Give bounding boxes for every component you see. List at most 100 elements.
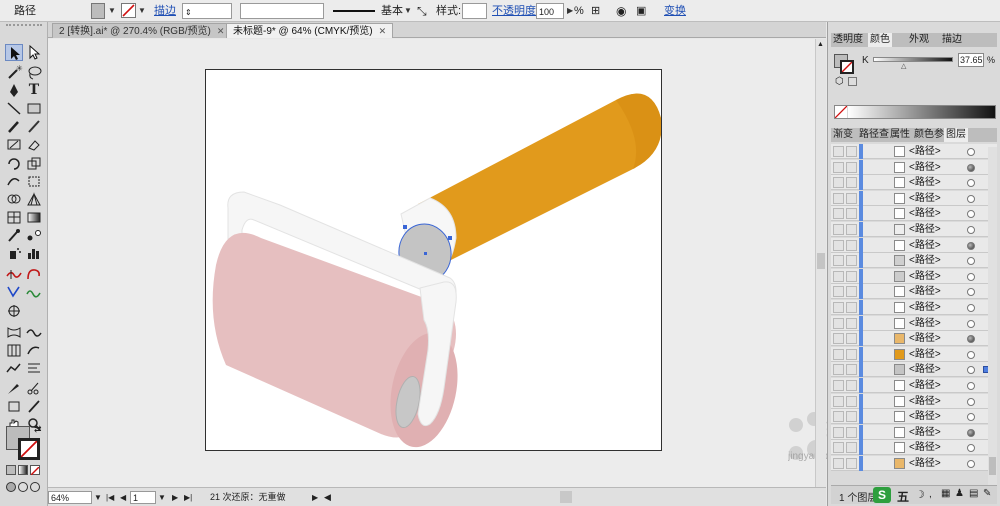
- visibility-toggle[interactable]: [833, 364, 844, 376]
- opacity-link[interactable]: 不透明度: [492, 3, 536, 19]
- transform-link[interactable]: 变换: [664, 3, 686, 19]
- scroll-up-icon[interactable]: ▲: [817, 41, 824, 48]
- layer-name[interactable]: <路径>: [909, 206, 941, 221]
- lock-toggle[interactable]: [846, 239, 857, 251]
- layer-name[interactable]: <路径>: [909, 394, 941, 409]
- layer-name[interactable]: <路径>: [909, 425, 941, 440]
- slice-tool-icon[interactable]: [5, 380, 23, 397]
- layer-row[interactable]: <路径>: [831, 268, 997, 284]
- visibility-toggle[interactable]: [833, 442, 844, 454]
- target-circle-icon[interactable]: [967, 460, 975, 468]
- paint-roller-artwork[interactable]: [206, 70, 662, 451]
- prev-page-icon[interactable]: ◀: [120, 491, 126, 504]
- width-tool-icon[interactable]: [5, 266, 23, 283]
- layer-row[interactable]: <路径>: [831, 206, 997, 222]
- gamut-cube-icon[interactable]: ⬡: [835, 76, 844, 87]
- eraser-tool-icon[interactable]: [25, 136, 43, 153]
- stroke-link[interactable]: 描边: [154, 3, 176, 19]
- layer-name[interactable]: <路径>: [909, 253, 941, 268]
- visibility-toggle[interactable]: [833, 302, 844, 313]
- tab-document-2[interactable]: 2 [转换].ai* @ 270.4% (RGB/预览) ✕: [52, 23, 232, 38]
- layer-row[interactable]: <路径>: [831, 315, 997, 331]
- type-tool-icon[interactable]: T: [25, 82, 43, 99]
- lock-toggle[interactable]: [846, 364, 857, 376]
- fill-swatch[interactable]: [91, 3, 105, 19]
- layer-name[interactable]: <路径>: [909, 160, 941, 175]
- scroll-thumb[interactable]: [817, 253, 825, 269]
- close-icon[interactable]: ✕: [379, 26, 387, 36]
- tab-transparency[interactable]: 透明度: [831, 33, 865, 47]
- web-safe-icon[interactable]: [848, 77, 857, 86]
- layer-name[interactable]: <路径>: [909, 300, 941, 315]
- layer-row[interactable]: <路径>: [831, 331, 997, 347]
- envelope-distort-icon[interactable]: [5, 324, 23, 341]
- layer-name[interactable]: <路径>: [909, 378, 941, 393]
- none-mode-icon[interactable]: [30, 465, 40, 476]
- last-page-icon[interactable]: ▶|: [184, 491, 192, 504]
- person-icon[interactable]: ♟: [955, 488, 964, 499]
- stroke-color-swatch[interactable]: [18, 438, 40, 460]
- visibility-toggle[interactable]: [833, 208, 844, 220]
- lock-toggle[interactable]: [846, 302, 857, 313]
- grayscale-ramp[interactable]: [848, 106, 995, 118]
- page-dropdown-icon[interactable]: ▼: [158, 491, 166, 504]
- k-slider-thumb[interactable]: △: [901, 62, 906, 70]
- recolor-artwork-icon[interactable]: ⤡: [417, 3, 427, 19]
- layer-row[interactable]: <路径>: [831, 222, 997, 237]
- pencil-tool-icon[interactable]: [25, 118, 43, 135]
- stroke-dropdown-icon[interactable]: ▼: [138, 3, 146, 19]
- twirl-tool-icon[interactable]: [25, 266, 43, 283]
- color-stroke-swatch[interactable]: [840, 60, 854, 74]
- layer-row[interactable]: <路径>: [831, 144, 997, 159]
- knife-tool-icon[interactable]: [25, 398, 43, 415]
- vertical-scrollbar[interactable]: ▲: [815, 39, 826, 487]
- crosshair-tool-icon[interactable]: [5, 303, 23, 320]
- zoom-dropdown-icon[interactable]: ▼: [94, 491, 102, 504]
- stroke-none-swatch[interactable]: [121, 3, 136, 18]
- lock-toggle[interactable]: [846, 442, 857, 454]
- visibility-toggle[interactable]: [833, 317, 844, 329]
- visibility-toggle[interactable]: [833, 395, 844, 407]
- k-value-input[interactable]: 37.65: [958, 53, 984, 67]
- visibility-toggle[interactable]: [833, 224, 844, 235]
- zoom-field[interactable]: 64%: [48, 491, 92, 504]
- perspective-grid-tool-icon[interactable]: [25, 191, 43, 208]
- lock-toggle[interactable]: [846, 255, 857, 267]
- lock-toggle[interactable]: [846, 380, 857, 391]
- layer-row[interactable]: <路径>: [831, 456, 997, 471]
- grid-icon[interactable]: ▤: [969, 488, 978, 499]
- target-circle-icon[interactable]: [967, 226, 975, 234]
- lock-toggle[interactable]: [846, 411, 857, 423]
- target-circle-icon[interactable]: [967, 288, 975, 297]
- stroke-weight-field[interactable]: ⇕: [182, 3, 232, 19]
- gradient-tool-icon[interactable]: [25, 209, 43, 226]
- target-circle-icon[interactable]: [967, 444, 975, 453]
- layer-row[interactable]: <路径>: [831, 346, 997, 362]
- layer-name[interactable]: <路径>: [909, 331, 941, 346]
- lock-toggle[interactable]: [846, 333, 857, 345]
- target-circle-icon[interactable]: [967, 319, 975, 328]
- target-circle-icon[interactable]: [967, 350, 975, 359]
- target-circle-icon[interactable]: [967, 272, 975, 281]
- target-circle-icon[interactable]: [967, 413, 975, 422]
- color-spectrum-bar[interactable]: [834, 105, 996, 119]
- trace-icon[interactable]: [25, 342, 43, 359]
- lasso-tool-icon[interactable]: [25, 64, 43, 81]
- align-icon[interactable]: ⊞: [591, 3, 600, 19]
- paintbrush-tool-icon[interactable]: [5, 118, 23, 135]
- tab-gradient[interactable]: 渐变: [831, 128, 855, 142]
- lock-toggle[interactable]: [846, 458, 857, 469]
- layers-scroll-thumb[interactable]: [989, 457, 996, 475]
- visibility-toggle[interactable]: [833, 426, 844, 438]
- lock-toggle[interactable]: [846, 286, 857, 298]
- fill-dropdown-icon[interactable]: ▼: [108, 3, 116, 19]
- none-color-chip[interactable]: [834, 105, 848, 119]
- make-grid-icon[interactable]: [5, 342, 23, 359]
- draw-inside-icon[interactable]: [30, 482, 40, 492]
- lock-toggle[interactable]: [846, 317, 857, 329]
- visibility-toggle[interactable]: [833, 380, 844, 391]
- layer-row[interactable]: <路径>: [831, 424, 997, 440]
- layer-name[interactable]: <路径>: [909, 362, 941, 377]
- magic-wand-tool-icon[interactable]: ✳: [5, 64, 23, 81]
- draw-normal-icon[interactable]: [6, 482, 16, 492]
